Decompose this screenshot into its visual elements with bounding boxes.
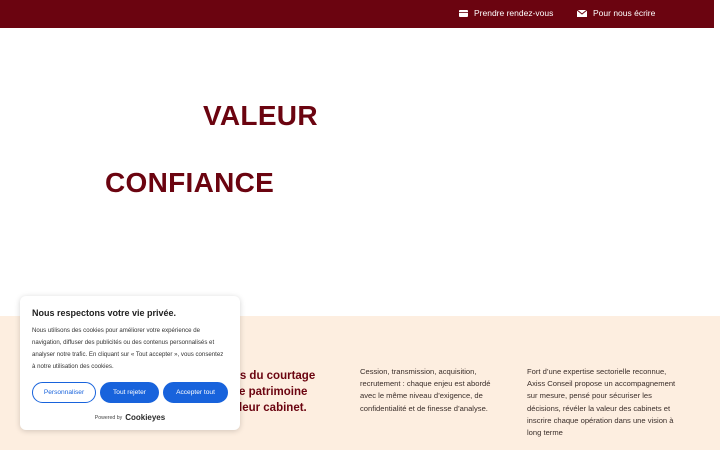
topbar-edge	[714, 0, 720, 28]
customize-button[interactable]: Personnaliser	[32, 382, 96, 403]
appointment-link-label: Prendre rendez-vous	[474, 8, 554, 18]
hero-word-confiance: CONFIANCE	[105, 167, 275, 198]
band-paragraph-services: Cession, transmission, acquisition, recr…	[360, 367, 491, 413]
band-paragraph-expertise: Fort d’une expertise sectorielle reconnu…	[527, 367, 676, 438]
powered-by-label: Powered by	[94, 414, 123, 421]
cookie-title: Nous respectons votre vie privée.	[32, 308, 177, 318]
write-to-us-label: Pour nous écrire	[593, 8, 656, 18]
cookie-consent-banner: Nous respectons votre vie privée. Nous u…	[20, 296, 240, 430]
cookie-button-group: Personnaliser Tout rejeter Accepter tout	[32, 382, 228, 403]
band-heading-line-3: leur cabinet.	[239, 402, 307, 414]
top-bar: Prendre rendez-vous Pour nous écrire	[0, 0, 720, 28]
powered-by: Powered by Cookieyes	[20, 413, 240, 422]
appointment-link[interactable]: Prendre rendez-vous	[459, 8, 553, 18]
reject-all-button[interactable]: Tout rejeter	[100, 382, 159, 403]
write-to-us-link[interactable]: Pour nous écrire	[577, 8, 655, 18]
cookieyes-logo: Cookieyes	[125, 413, 166, 422]
cookie-description: Nous utilisons des cookies pour améliore…	[32, 327, 224, 370]
hero-word-valeur: VALEUR	[203, 100, 318, 131]
accept-all-button[interactable]: Accepter tout	[163, 382, 228, 403]
mail-icon	[577, 9, 587, 17]
calendar-icon	[459, 9, 468, 17]
